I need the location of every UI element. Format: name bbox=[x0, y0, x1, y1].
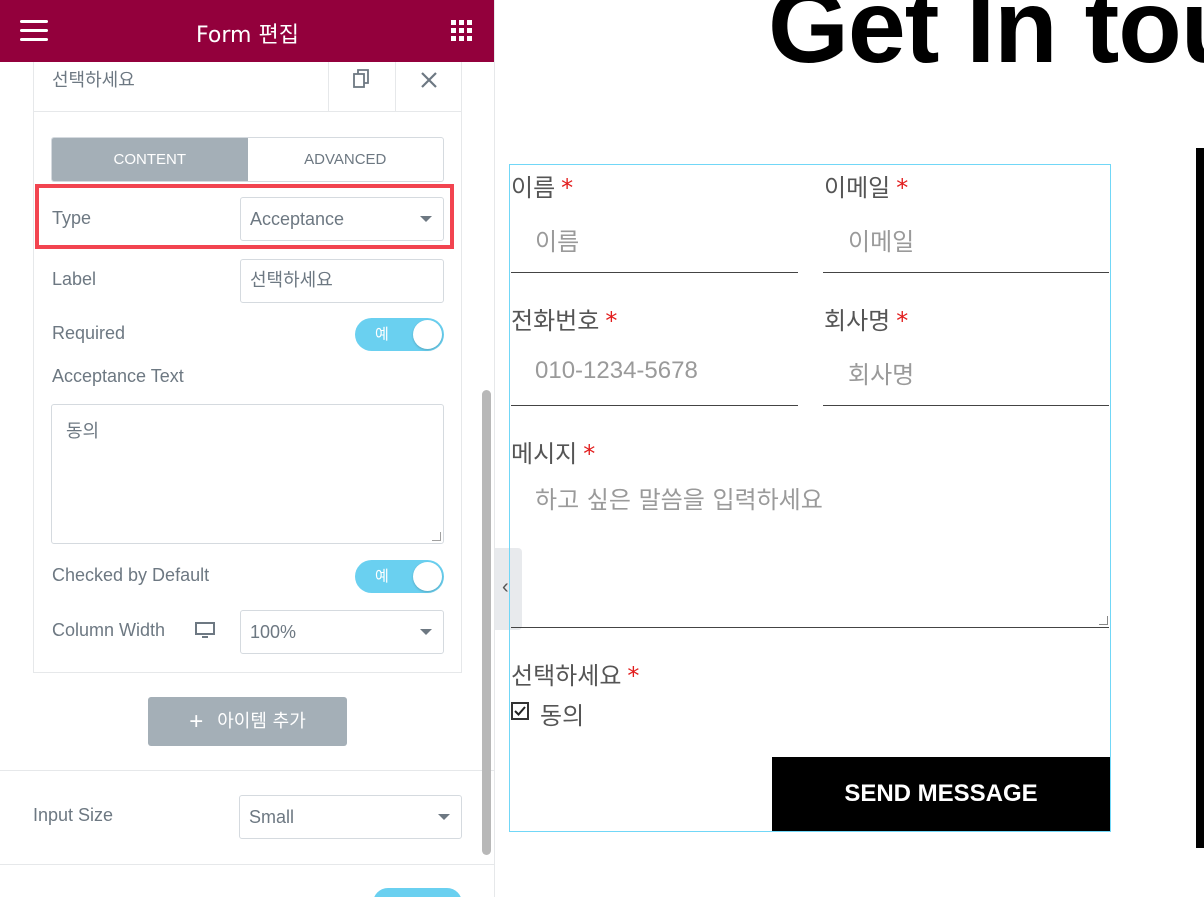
email-input[interactable]: 이메일 bbox=[823, 214, 1109, 272]
editor-panel: Form 편집 선택하세요 CONTENT ADVANCED Type Acce… bbox=[0, 0, 495, 897]
label-input[interactable]: 선택하세요 bbox=[240, 259, 444, 303]
acceptance-text-label: Acceptance Text bbox=[52, 366, 184, 386]
required-label: Required bbox=[52, 323, 126, 343]
resize-grip-icon[interactable] bbox=[1099, 616, 1108, 625]
message-textarea[interactable]: 하고 싶은 말씀을 입력하세요 bbox=[511, 476, 1109, 626]
plus-icon: + bbox=[189, 708, 204, 735]
column-width-select[interactable]: 100% bbox=[240, 610, 444, 654]
name-placeholder: 이름 bbox=[535, 228, 580, 256]
repeater-item-title: 선택하세요 bbox=[52, 70, 135, 91]
panel-header: Form 편집 bbox=[0, 0, 494, 62]
phone-input[interactable]: 010-1234-5678 bbox=[511, 347, 798, 405]
field-underline bbox=[511, 405, 798, 406]
column-width-label: Column Width bbox=[52, 620, 166, 640]
decorative-bar bbox=[1196, 148, 1204, 848]
add-item-button[interactable]: + 아이템 추가 bbox=[148, 697, 347, 746]
checked-default-label: Checked by Default bbox=[52, 565, 210, 585]
company-placeholder: 회사명 bbox=[848, 361, 915, 389]
duplicate-icon bbox=[353, 69, 369, 88]
chevron-down-icon bbox=[420, 629, 432, 635]
acceptance-text-textarea[interactable]: 동의 bbox=[51, 404, 444, 544]
section-tabs: CONTENT ADVANCED bbox=[51, 137, 444, 182]
duplicate-button[interactable] bbox=[328, 62, 395, 111]
company-input[interactable]: 회사명 bbox=[823, 347, 1109, 405]
company-label: 회사명 * bbox=[824, 307, 909, 335]
highlight-box bbox=[35, 184, 454, 249]
widgets-grid-icon[interactable] bbox=[451, 20, 472, 41]
hero-heading: Get In tou bbox=[768, 0, 1204, 85]
email-label: 이메일 * bbox=[824, 174, 909, 202]
partial-toggle[interactable] bbox=[373, 888, 462, 897]
field-underline bbox=[511, 272, 798, 273]
required-toggle-text: 예 bbox=[375, 325, 389, 343]
remove-item-button[interactable] bbox=[395, 62, 462, 111]
tab-advanced[interactable]: ADVANCED bbox=[248, 138, 444, 181]
field-underline bbox=[511, 627, 1109, 628]
repeater-item-header[interactable]: 선택하세요 bbox=[33, 62, 462, 112]
toggle-knob bbox=[413, 562, 442, 591]
phone-label: 전화번호 * bbox=[511, 307, 618, 335]
message-placeholder: 하고 싶은 말씀을 입력하세요 bbox=[535, 486, 823, 514]
acceptance-option-text: 동의 bbox=[540, 702, 585, 730]
acceptance-text-value: 동의 bbox=[66, 421, 100, 442]
checkmark-icon bbox=[514, 706, 526, 716]
field-underline bbox=[823, 272, 1109, 273]
input-size-label: Input Size bbox=[33, 805, 114, 825]
divider bbox=[0, 770, 494, 771]
label-label: Label bbox=[52, 269, 97, 289]
toggle-knob bbox=[413, 320, 442, 349]
required-toggle[interactable]: 예 bbox=[355, 318, 444, 351]
checked-default-toggle[interactable]: 예 bbox=[355, 560, 444, 593]
divider bbox=[0, 864, 494, 865]
email-placeholder: 이메일 bbox=[848, 228, 915, 256]
choice-label: 선택하세요 * bbox=[511, 662, 640, 690]
field-underline bbox=[823, 405, 1109, 406]
chevron-left-icon: ‹ bbox=[502, 576, 509, 598]
acceptance-checkbox[interactable] bbox=[511, 702, 529, 720]
panel-scrollbar[interactable] bbox=[482, 390, 491, 855]
resize-grip-icon[interactable] bbox=[432, 532, 441, 541]
message-label: 메시지 * bbox=[511, 440, 596, 468]
name-label: 이름 * bbox=[511, 174, 574, 202]
close-icon bbox=[421, 72, 437, 88]
add-item-label: 아이템 추가 bbox=[217, 711, 306, 732]
input-size-value: Small bbox=[249, 807, 295, 827]
tab-content[interactable]: CONTENT bbox=[52, 138, 248, 181]
desktop-icon[interactable] bbox=[195, 622, 215, 640]
name-input[interactable]: 이름 bbox=[511, 214, 798, 272]
panel-title: Form 편집 bbox=[196, 23, 299, 48]
phone-placeholder: 010-1234-5678 bbox=[535, 357, 698, 384]
column-width-value: 100% bbox=[250, 622, 297, 642]
checked-default-toggle-text: 예 bbox=[375, 567, 389, 585]
chevron-down-icon bbox=[438, 814, 450, 820]
input-size-select[interactable]: Small bbox=[239, 795, 462, 839]
send-message-button[interactable]: SEND MESSAGE bbox=[772, 757, 1110, 831]
